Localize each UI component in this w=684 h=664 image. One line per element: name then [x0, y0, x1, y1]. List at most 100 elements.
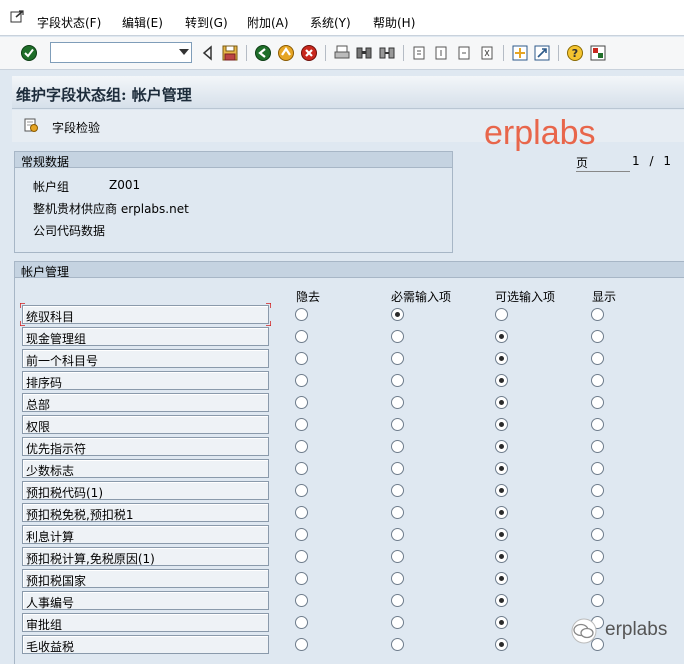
radio-optional[interactable]: [495, 528, 508, 541]
last-page-icon[interactable]: [478, 44, 496, 62]
radio-required[interactable]: [391, 594, 404, 607]
menu-field-status[interactable]: 字段状态(F): [37, 14, 101, 31]
radio-display[interactable]: [591, 352, 604, 365]
chevron-down-icon[interactable]: [179, 49, 189, 55]
menu-goto[interactable]: 转到(G): [185, 14, 228, 31]
radio-required[interactable]: [391, 616, 404, 629]
radio-required[interactable]: [391, 440, 404, 453]
field-row-label[interactable]: 统驭科目: [22, 305, 269, 324]
system-menu-icon[interactable]: [10, 10, 24, 24]
field-row-label[interactable]: 预扣税国家: [22, 569, 269, 588]
radio-display[interactable]: [591, 374, 604, 387]
radio-display[interactable]: [591, 462, 604, 475]
radio-display[interactable]: [591, 572, 604, 585]
save-icon[interactable]: [221, 44, 239, 62]
radio-display[interactable]: [591, 484, 604, 497]
radio-required[interactable]: [391, 374, 404, 387]
radio-suppress[interactable]: [295, 484, 308, 497]
radio-display[interactable]: [591, 308, 604, 321]
create-session-icon[interactable]: [511, 44, 529, 62]
field-check-button[interactable]: 字段检验: [52, 119, 100, 136]
radio-optional[interactable]: [495, 396, 508, 409]
radio-optional[interactable]: [495, 374, 508, 387]
radio-required[interactable]: [391, 418, 404, 431]
enter-check-icon[interactable]: [20, 44, 38, 62]
field-row-label[interactable]: 利息计算: [22, 525, 269, 544]
radio-optional[interactable]: [495, 330, 508, 343]
help-icon[interactable]: ?: [566, 44, 584, 62]
field-row-label[interactable]: 人事编号: [22, 591, 269, 610]
shortcut-icon[interactable]: [533, 44, 551, 62]
radio-required[interactable]: [391, 352, 404, 365]
collapse-arrow-icon[interactable]: [199, 44, 217, 62]
field-row-label[interactable]: 少数标志: [22, 459, 269, 478]
radio-suppress[interactable]: [295, 330, 308, 343]
field-row-label[interactable]: 审批组: [22, 613, 269, 632]
find-next-icon[interactable]: [378, 44, 396, 62]
field-row-label[interactable]: 前一个科目号: [22, 349, 269, 368]
radio-required[interactable]: [391, 396, 404, 409]
command-field[interactable]: [50, 42, 192, 63]
radio-display[interactable]: [591, 440, 604, 453]
radio-required[interactable]: [391, 572, 404, 585]
field-row-label[interactable]: 权限: [22, 415, 269, 434]
radio-optional[interactable]: [495, 484, 508, 497]
field-row-label[interactable]: 毛收益税: [22, 635, 269, 654]
menu-extras[interactable]: 附加(A): [247, 14, 289, 31]
first-page-icon[interactable]: [410, 44, 428, 62]
exit-icon[interactable]: [277, 44, 295, 62]
radio-display[interactable]: [591, 330, 604, 343]
radio-required[interactable]: [391, 550, 404, 563]
field-row-label[interactable]: 预扣税免税,预扣税1: [22, 503, 269, 522]
radio-required[interactable]: [391, 506, 404, 519]
radio-required[interactable]: [391, 528, 404, 541]
radio-suppress[interactable]: [295, 572, 308, 585]
radio-suppress[interactable]: [295, 396, 308, 409]
radio-suppress[interactable]: [295, 616, 308, 629]
back-icon[interactable]: [254, 44, 272, 62]
radio-required[interactable]: [391, 462, 404, 475]
radio-suppress[interactable]: [295, 418, 308, 431]
radio-suppress[interactable]: [295, 308, 308, 321]
radio-optional[interactable]: [495, 440, 508, 453]
radio-suppress[interactable]: [295, 352, 308, 365]
menu-edit[interactable]: 编辑(E): [122, 14, 163, 31]
radio-optional[interactable]: [495, 638, 508, 651]
radio-optional[interactable]: [495, 616, 508, 629]
radio-optional[interactable]: [495, 594, 508, 607]
radio-required[interactable]: [391, 638, 404, 651]
radio-suppress[interactable]: [295, 594, 308, 607]
menu-help[interactable]: 帮助(H): [373, 14, 415, 31]
cancel-icon[interactable]: [300, 44, 318, 62]
radio-display[interactable]: [591, 528, 604, 541]
field-row-label[interactable]: 预扣税代码(1): [22, 481, 269, 500]
radio-optional[interactable]: [495, 550, 508, 563]
radio-optional[interactable]: [495, 308, 508, 321]
next-page-icon[interactable]: [455, 44, 473, 62]
radio-suppress[interactable]: [295, 506, 308, 519]
radio-display[interactable]: [591, 506, 604, 519]
field-row-label[interactable]: 现金管理组: [22, 327, 269, 346]
radio-optional[interactable]: [495, 572, 508, 585]
radio-display[interactable]: [591, 594, 604, 607]
radio-display[interactable]: [591, 396, 604, 409]
command-input[interactable]: [51, 43, 171, 62]
radio-suppress[interactable]: [295, 550, 308, 563]
radio-suppress[interactable]: [295, 440, 308, 453]
radio-required[interactable]: [391, 308, 404, 321]
radio-optional[interactable]: [495, 352, 508, 365]
print-icon[interactable]: [333, 44, 351, 62]
previous-page-icon[interactable]: [432, 44, 450, 62]
field-row-label[interactable]: 排序码: [22, 371, 269, 390]
radio-optional[interactable]: [495, 506, 508, 519]
field-row-label[interactable]: 预扣税计算,免税原因(1): [22, 547, 269, 566]
radio-suppress[interactable]: [295, 374, 308, 387]
radio-suppress[interactable]: [295, 638, 308, 651]
field-row-label[interactable]: 优先指示符: [22, 437, 269, 456]
menu-system[interactable]: 系统(Y): [310, 14, 351, 31]
field-row-label[interactable]: 总部: [22, 393, 269, 412]
radio-display[interactable]: [591, 550, 604, 563]
find-icon[interactable]: [355, 44, 373, 62]
radio-optional[interactable]: [495, 462, 508, 475]
radio-suppress[interactable]: [295, 462, 308, 475]
